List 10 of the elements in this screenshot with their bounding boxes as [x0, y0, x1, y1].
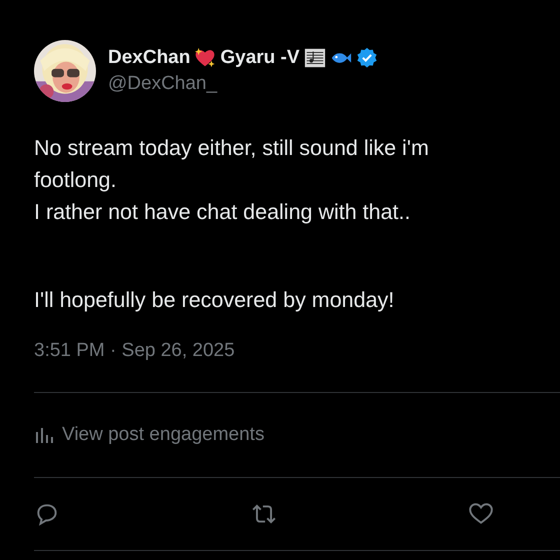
analytics-icon	[34, 425, 54, 445]
post-timestamp[interactable]: 3:51 PM · Sep 26, 2025	[34, 340, 560, 362]
sparkling-heart-icon	[194, 47, 216, 69]
view-engagements-link[interactable]: View post engagements	[62, 424, 264, 446]
post-text: I'll hopefully be recovered by monday!	[34, 287, 396, 314]
display-name[interactable]: DexChan	[108, 47, 190, 69]
display-name-suffix[interactable]: Gyaru -V	[220, 47, 300, 69]
user-handle[interactable]: @DexChan_	[108, 73, 378, 95]
sheet-music-icon	[304, 47, 326, 69]
post-text: No stream today either, still sound like i'm footlong. I rather not have chat dealing with that..	[34, 135, 430, 226]
